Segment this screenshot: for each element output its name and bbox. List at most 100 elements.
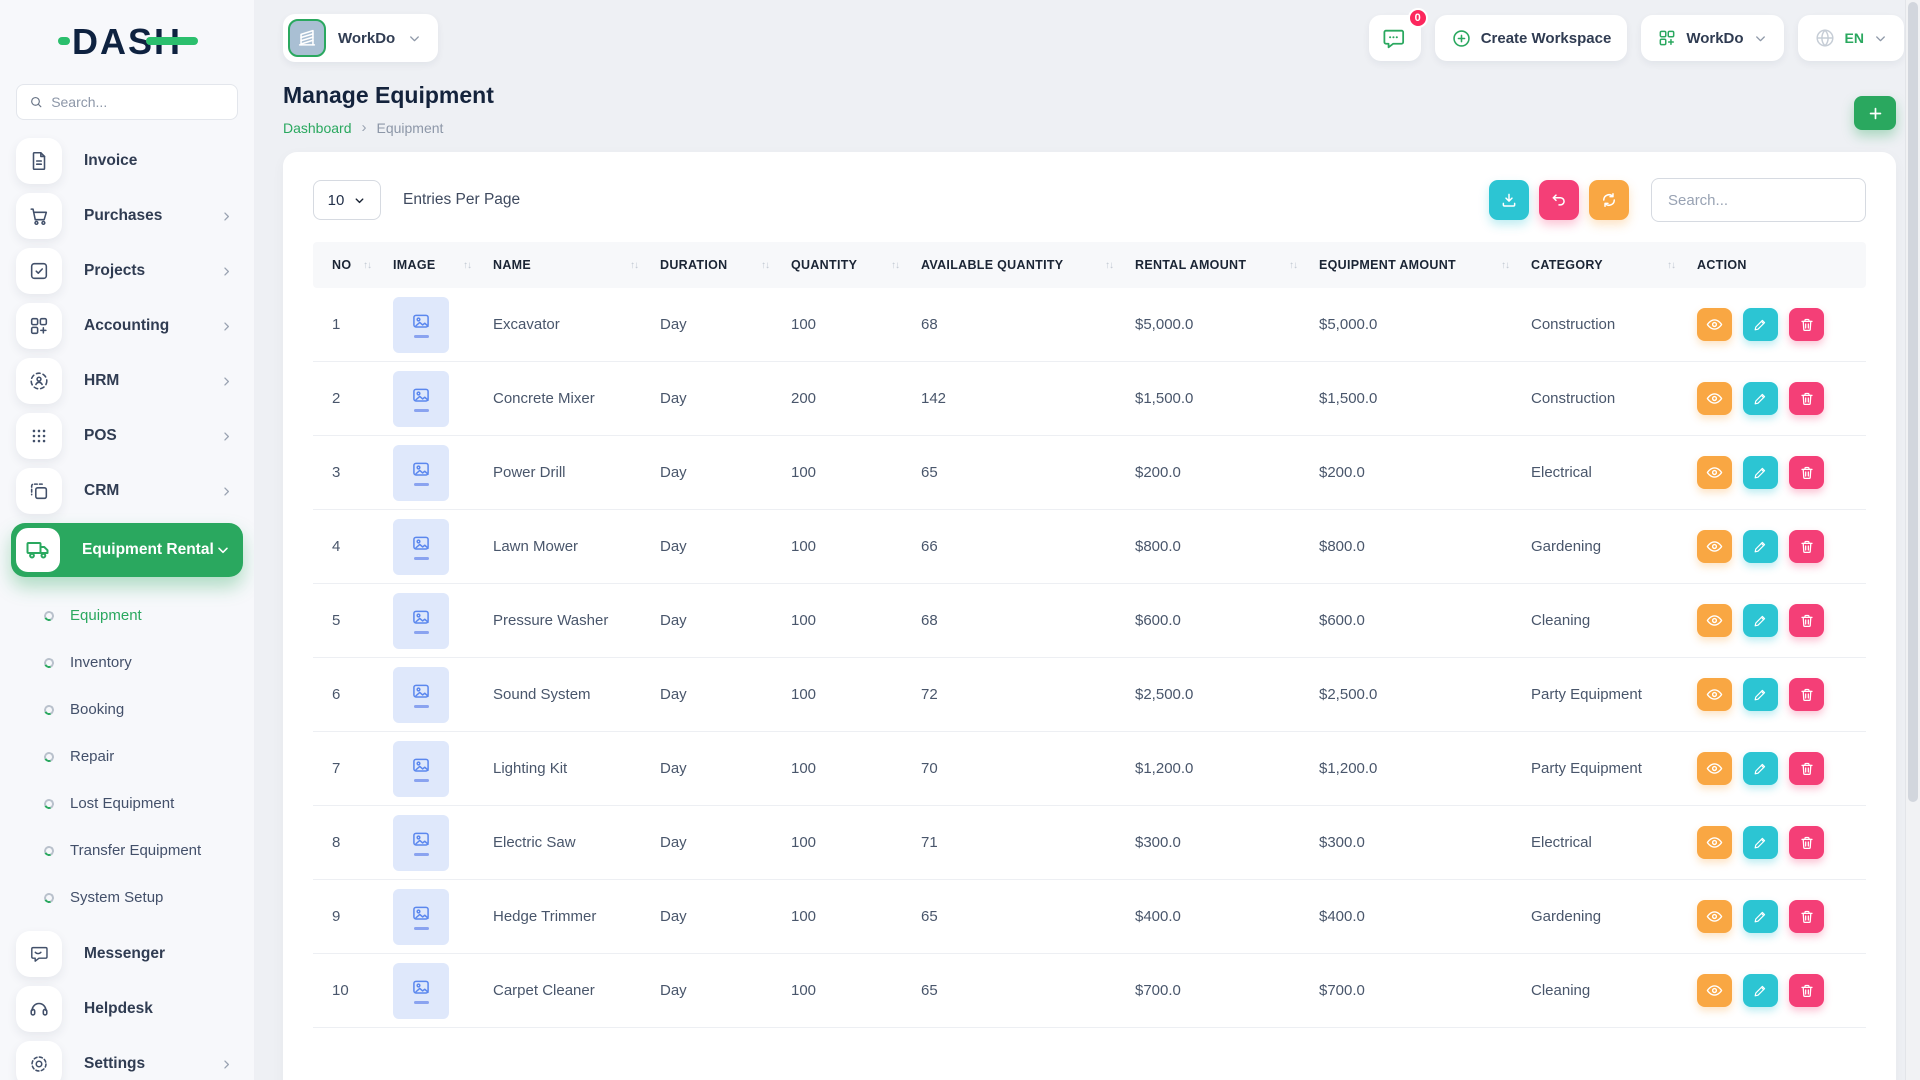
view-button[interactable] [1697, 826, 1732, 859]
delete-button[interactable] [1789, 974, 1824, 1007]
delete-button[interactable] [1789, 604, 1824, 637]
equipment-image-placeholder[interactable] [393, 740, 449, 797]
column-header-category[interactable]: CATEGORY ↑↓ [1531, 258, 1697, 272]
delete-button[interactable] [1789, 530, 1824, 563]
sidebar-subitem-booking[interactable]: Booking [42, 686, 238, 733]
workspace-switcher[interactable]: WorkDo [1641, 15, 1784, 61]
row-quantity: 100 [791, 612, 817, 629]
create-workspace-button[interactable]: Create Workspace [1434, 15, 1628, 61]
sidebar-subitem-inventory[interactable]: Inventory [42, 639, 238, 686]
page-scrollbar[interactable] [1905, 0, 1920, 1080]
equipment-image-placeholder[interactable] [393, 814, 449, 871]
equipment-image-placeholder[interactable] [393, 370, 449, 427]
column-header-rental-amount[interactable]: RENTAL AMOUNT ↑↓ [1135, 258, 1319, 272]
trash-icon [1800, 910, 1813, 923]
sidebar-item-invoice[interactable]: Invoice [16, 138, 238, 184]
ring-icon [42, 844, 56, 857]
row-name: Lighting Kit [493, 760, 568, 777]
equipment-image-placeholder[interactable] [393, 888, 449, 945]
ring-icon [42, 609, 56, 622]
scrollbar-thumb[interactable] [1908, 2, 1918, 802]
row-equipment-amount: $300.0 [1319, 834, 1365, 851]
column-header-name[interactable]: NAME ↑↓ [493, 258, 660, 272]
equipment-image-placeholder[interactable] [393, 592, 449, 649]
view-button[interactable] [1697, 678, 1732, 711]
ring-icon [42, 656, 56, 669]
add-equipment-button[interactable] [1854, 96, 1896, 130]
equipment-image-placeholder[interactable] [393, 518, 449, 575]
messenger-button[interactable]: 0 [1368, 8, 1428, 61]
entries-per-page-select[interactable]: 10 [313, 180, 381, 220]
workspace-selector[interactable]: WorkDo [283, 14, 439, 62]
column-header-duration[interactable]: DURATION ↑↓ [660, 258, 791, 272]
chat-icon [1383, 29, 1405, 48]
edit-button[interactable] [1743, 530, 1778, 563]
delete-button[interactable] [1789, 826, 1824, 859]
view-button[interactable] [1697, 900, 1732, 933]
image-icon [413, 388, 429, 402]
sidebar-item-pos[interactable]: POS [16, 413, 238, 459]
equipment-image-placeholder[interactable] [393, 666, 449, 723]
sidebar-item-crm[interactable]: CRM [16, 468, 238, 514]
table-search-input[interactable] [1651, 178, 1866, 222]
view-button[interactable] [1697, 530, 1732, 563]
page-title: Manage Equipment [283, 82, 494, 108]
refresh-button[interactable] [1589, 180, 1629, 220]
edit-button[interactable] [1743, 974, 1778, 1007]
language-selector[interactable]: EN [1797, 15, 1904, 61]
row-category: Gardening [1531, 538, 1602, 555]
column-header-no[interactable]: NO ↑↓ [313, 258, 393, 272]
edit-button[interactable] [1743, 382, 1778, 415]
delete-button[interactable] [1789, 752, 1824, 785]
delete-button[interactable] [1789, 308, 1824, 341]
delete-button[interactable] [1789, 900, 1824, 933]
sidebar-item-accounting[interactable]: Accounting [16, 303, 238, 349]
equipment-card: 10 Entries Per Page NO↑↓ IMAGE↑↓ [283, 152, 1896, 1080]
view-button[interactable] [1697, 752, 1732, 785]
breadcrumb-dashboard-link[interactable]: Dashboard [283, 120, 352, 136]
edit-button[interactable] [1743, 678, 1778, 711]
equipment-image-placeholder[interactable] [393, 296, 449, 353]
view-button[interactable] [1697, 456, 1732, 489]
sidebar-item-projects[interactable]: Projects [16, 248, 238, 294]
sidebar-subitem-equipment[interactable]: Equipment [42, 592, 238, 639]
delete-button[interactable] [1789, 678, 1824, 711]
column-header-equipment-amount[interactable]: EQUIPMENT AMOUNT ↑↓ [1319, 258, 1531, 272]
row-category: Party Equipment [1531, 760, 1642, 777]
delete-button[interactable] [1789, 456, 1824, 489]
sidebar-subitem-repair[interactable]: Repair [42, 733, 238, 780]
row-name: Lawn Mower [493, 538, 579, 555]
equipment-image-placeholder[interactable] [393, 444, 449, 501]
sidebar-subitem-lost-equipment[interactable]: Lost Equipment [42, 780, 238, 827]
edit-button[interactable] [1743, 826, 1778, 859]
delete-button[interactable] [1789, 382, 1824, 415]
view-button[interactable] [1697, 974, 1732, 1007]
edit-button[interactable] [1743, 308, 1778, 341]
undo-button[interactable] [1539, 180, 1579, 220]
view-button[interactable] [1697, 604, 1732, 637]
sidebar-subitem-system-setup[interactable]: System Setup [42, 874, 238, 921]
sidebar-item-equipment-rental[interactable]: Equipment Rental [11, 523, 243, 577]
edit-button[interactable] [1743, 900, 1778, 933]
edit-button[interactable] [1743, 604, 1778, 637]
app-logo[interactable]: DASH [16, 0, 238, 84]
sidebar-item-hrm[interactable]: HRM [16, 358, 238, 404]
column-header-image[interactable]: IMAGE ↑↓ [393, 258, 493, 272]
row-available-quantity: 65 [921, 982, 938, 999]
column-header-quantity[interactable]: QUANTITY ↑↓ [791, 258, 921, 272]
sidebar-item-messenger[interactable]: Messenger [16, 931, 238, 977]
export-button[interactable] [1489, 180, 1529, 220]
edit-button[interactable] [1743, 456, 1778, 489]
column-header-available-quantity[interactable]: AVAILABLE QUANTITY ↑↓ [921, 258, 1135, 272]
edit-button[interactable] [1743, 752, 1778, 785]
equipment-image-placeholder[interactable] [393, 962, 449, 1019]
view-button[interactable] [1697, 382, 1732, 415]
view-button[interactable] [1697, 308, 1732, 341]
row-quantity: 100 [791, 760, 817, 777]
sidebar-search-input[interactable] [51, 94, 225, 110]
sidebar-item-helpdesk[interactable]: Helpdesk [16, 986, 238, 1032]
row-rental-amount: $1,200.0 [1135, 760, 1194, 777]
sidebar-item-purchases[interactable]: Purchases [16, 193, 238, 239]
sidebar-subitem-transfer-equipment[interactable]: Transfer Equipment [42, 827, 238, 874]
sidebar-item-settings[interactable]: Settings [16, 1041, 238, 1080]
